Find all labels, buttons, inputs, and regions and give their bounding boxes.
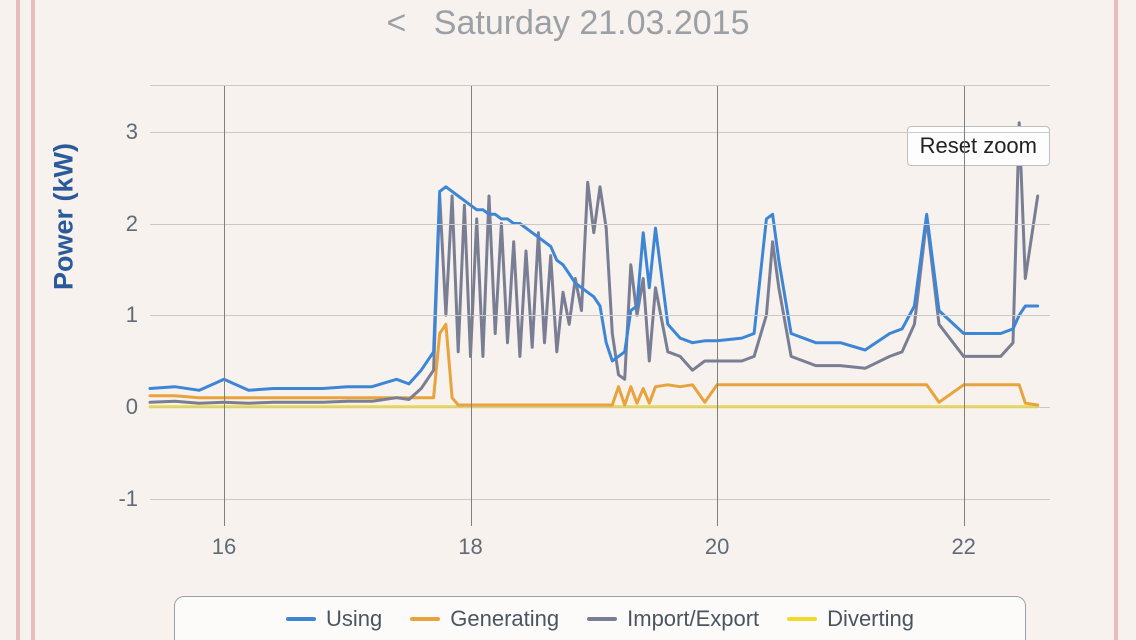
chart-legend: Using Generating Import/Export Diverting [174,596,1026,640]
x-tick-label: 18 [458,534,482,560]
legend-swatch [410,617,440,621]
prev-day-chevron-icon[interactable]: < [386,4,406,42]
grid-line [150,499,1050,500]
decorative-divider [16,0,20,640]
legend-item-diverting[interactable]: Diverting [787,606,914,632]
grid-line [150,132,1050,133]
y-axis-label: Power (kW) [49,143,80,290]
grid-line [224,86,225,526]
grid-line [964,86,965,526]
power-chart[interactable]: Reset zoom -1012316182022 [150,85,1050,526]
x-tick-label: 16 [212,534,236,560]
legend-swatch [787,617,817,621]
date-label: Saturday 21.03.2015 [434,4,750,42]
grid-line [150,315,1050,316]
y-tick-label: 0 [98,394,138,420]
legend-label: Diverting [827,606,914,632]
date-header: < Saturday 21.03.2015 [0,4,1136,43]
legend-item-import-export[interactable]: Import/Export [587,606,759,632]
series-generating[interactable] [150,324,1038,405]
legend-label: Generating [450,606,559,632]
y-tick-label: 2 [98,211,138,237]
decorative-divider [31,0,35,640]
legend-swatch [286,617,316,621]
legend-label: Import/Export [627,606,759,632]
grid-line [150,224,1050,225]
x-tick-label: 20 [705,534,729,560]
grid-line [717,86,718,526]
series-import-export[interactable] [150,123,1038,404]
grid-line [150,407,1050,408]
y-tick-label: -1 [98,486,138,512]
decorative-divider [1114,0,1118,640]
legend-item-using[interactable]: Using [286,606,382,632]
grid-line [471,86,472,526]
series-using[interactable] [150,187,1038,390]
x-tick-label: 22 [951,534,975,560]
y-tick-label: 1 [98,302,138,328]
legend-item-generating[interactable]: Generating [410,606,559,632]
legend-swatch [587,617,617,621]
legend-label: Using [326,606,382,632]
y-tick-label: 3 [98,119,138,145]
